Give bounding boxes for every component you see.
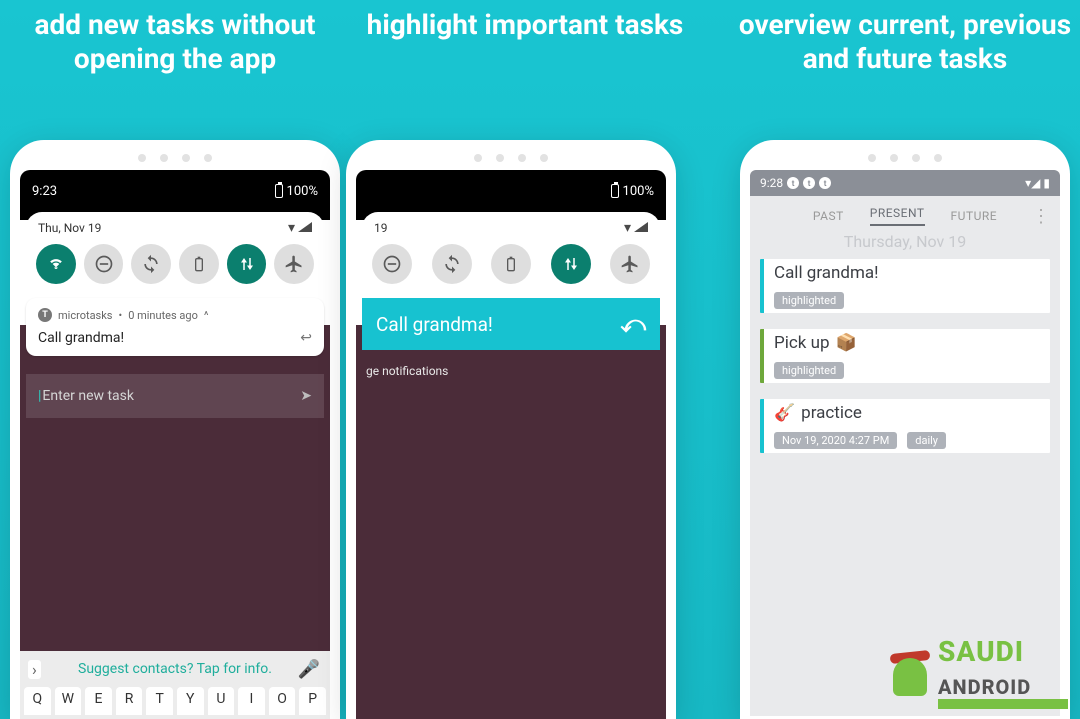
- status-right-icons: ▾◢ ▮: [1025, 176, 1050, 190]
- keyboard-suggestion-bar[interactable]: › Suggest contacts? Tap for info. 🎤: [20, 651, 330, 687]
- undo-icon[interactable]: ⤺: [620, 310, 646, 338]
- task-badge-highlighted: highlighted: [774, 362, 844, 379]
- keyboard-row[interactable]: Q W E R T Y U I O P: [20, 687, 330, 719]
- tab-past[interactable]: PAST: [813, 209, 844, 223]
- guitar-icon: 🎸: [774, 403, 795, 423]
- status-bar-light: 9:28 t t t ▾◢ ▮: [750, 170, 1060, 196]
- data-toggle[interactable]: [227, 244, 267, 284]
- key-r[interactable]: R: [116, 687, 143, 715]
- wifi-small-icon: ▾: [624, 220, 631, 236]
- current-date-heading: Thursday, Nov 19: [750, 232, 1060, 259]
- watermark-logo: SAUDI ANDROID: [888, 635, 1068, 709]
- status-notif-icon: t: [819, 177, 831, 189]
- headline-1: add new tasks without opening the app: [0, 0, 350, 140]
- phone-speaker: [20, 154, 330, 162]
- tab-future[interactable]: FUTURE: [951, 209, 998, 223]
- logo-line-1: SAUDI: [938, 635, 1024, 668]
- qs-date: Thu, Nov 19: [38, 221, 101, 235]
- task-item[interactable]: Call grandma! highlighted: [760, 259, 1050, 313]
- phone-speaker: [750, 154, 1060, 162]
- tab-present[interactable]: PRESENT: [870, 206, 925, 226]
- status-notif-icon: t: [803, 177, 815, 189]
- logo-underline: [938, 699, 1068, 709]
- task-title: Call grandma!: [774, 263, 1050, 283]
- package-icon: 📦: [836, 333, 857, 353]
- key-w[interactable]: W: [55, 687, 82, 715]
- key-e[interactable]: E: [85, 687, 112, 715]
- key-i[interactable]: I: [238, 687, 265, 715]
- qs-date-fragment: 19: [374, 221, 388, 235]
- notif-expand-caret[interactable]: ^: [204, 309, 209, 322]
- wifi-toggle[interactable]: [36, 244, 76, 284]
- battery-pct: 100%: [623, 184, 654, 199]
- key-q[interactable]: Q: [24, 687, 51, 715]
- battery-saver-toggle[interactable]: [179, 244, 219, 284]
- task-title: practice: [801, 403, 862, 423]
- phone-frame-2: 100% 19 ▾ Call grandma! ⤺: [346, 140, 676, 719]
- rotate-toggle[interactable]: [432, 244, 472, 284]
- key-y[interactable]: Y: [177, 687, 204, 715]
- task-badge-highlighted: highlighted: [774, 292, 844, 309]
- airplane-toggle[interactable]: [610, 244, 650, 284]
- key-o[interactable]: O: [269, 687, 296, 715]
- headline-3: overview current, previous and future ta…: [730, 0, 1080, 140]
- phone-frame-3: 9:28 t t t ▾◢ ▮ PAST PRESENT FUTURE ⋮ Th…: [740, 140, 1070, 719]
- logo-line-2: ANDROID: [938, 675, 1031, 699]
- new-task-placeholder: Enter new task: [42, 388, 134, 404]
- rotate-toggle[interactable]: [131, 244, 171, 284]
- status-time: 9:23: [32, 184, 57, 199]
- airplane-toggle[interactable]: [274, 244, 314, 284]
- notification-card[interactable]: T microtasks • 0 minutes ago ^ Call gran…: [26, 298, 324, 356]
- dnd-toggle[interactable]: [84, 244, 124, 284]
- notif-app-name: microtasks: [58, 309, 112, 322]
- task-item[interactable]: Pick up 📦 highlighted: [760, 329, 1050, 383]
- dnd-toggle[interactable]: [372, 244, 412, 284]
- notif-app-icon: T: [38, 308, 52, 322]
- phone-frame-1: 9:23 100% Thu, Nov 19 ▾: [10, 140, 340, 719]
- mic-icon[interactable]: 🎤: [298, 659, 320, 680]
- task-item[interactable]: 🎸 practice Nov 19, 2020 4:27 PM daily: [760, 399, 1050, 453]
- new-task-input[interactable]: |Enter new task ➤: [26, 374, 324, 418]
- task-badge-recurrence: daily: [907, 432, 946, 449]
- task-title: Pick up: [774, 333, 830, 353]
- headline-2: highlight important tasks: [359, 0, 692, 140]
- tabs-row: PAST PRESENT FUTURE ⋮: [750, 196, 1060, 232]
- android-mascot-icon: [888, 648, 932, 696]
- notif-body-text: Call grandma!: [38, 330, 124, 346]
- wifi-small-icon: ▾: [288, 220, 295, 236]
- key-u[interactable]: U: [208, 687, 235, 715]
- highlighted-task-banner[interactable]: Call grandma! ⤺: [362, 298, 660, 350]
- phone-speaker: [356, 154, 666, 162]
- battery-saver-toggle[interactable]: [491, 244, 531, 284]
- kb-suggestion-text: Suggest contacts? Tap for info.: [78, 661, 272, 677]
- notif-time: 0 minutes ago: [128, 309, 198, 322]
- signal-icon: [634, 222, 648, 232]
- status-time: 9:28: [760, 176, 783, 190]
- data-toggle[interactable]: [551, 244, 591, 284]
- key-t[interactable]: T: [146, 687, 173, 715]
- battery-icon: [275, 184, 283, 198]
- kb-expand-icon[interactable]: ›: [28, 660, 41, 679]
- signal-icon: [298, 222, 312, 232]
- more-menu-icon[interactable]: ⋮: [1032, 206, 1050, 227]
- highlighted-task-title: Call grandma!: [376, 313, 493, 336]
- quick-settings-card: Thu, Nov 19 ▾: [26, 212, 324, 294]
- quick-settings-card: 19 ▾: [362, 212, 660, 294]
- key-p[interactable]: P: [299, 687, 326, 715]
- task-badge-datetime: Nov 19, 2020 4:27 PM: [774, 432, 897, 449]
- battery-icon: [611, 184, 619, 198]
- battery-pct: 100%: [287, 184, 318, 199]
- manage-notifications-fragment[interactable]: ge notifications: [356, 354, 666, 378]
- reply-icon[interactable]: ↩: [300, 330, 312, 346]
- send-icon[interactable]: ➤: [300, 388, 312, 404]
- status-notif-icon: t: [787, 177, 799, 189]
- notification-shade-body: [356, 325, 666, 719]
